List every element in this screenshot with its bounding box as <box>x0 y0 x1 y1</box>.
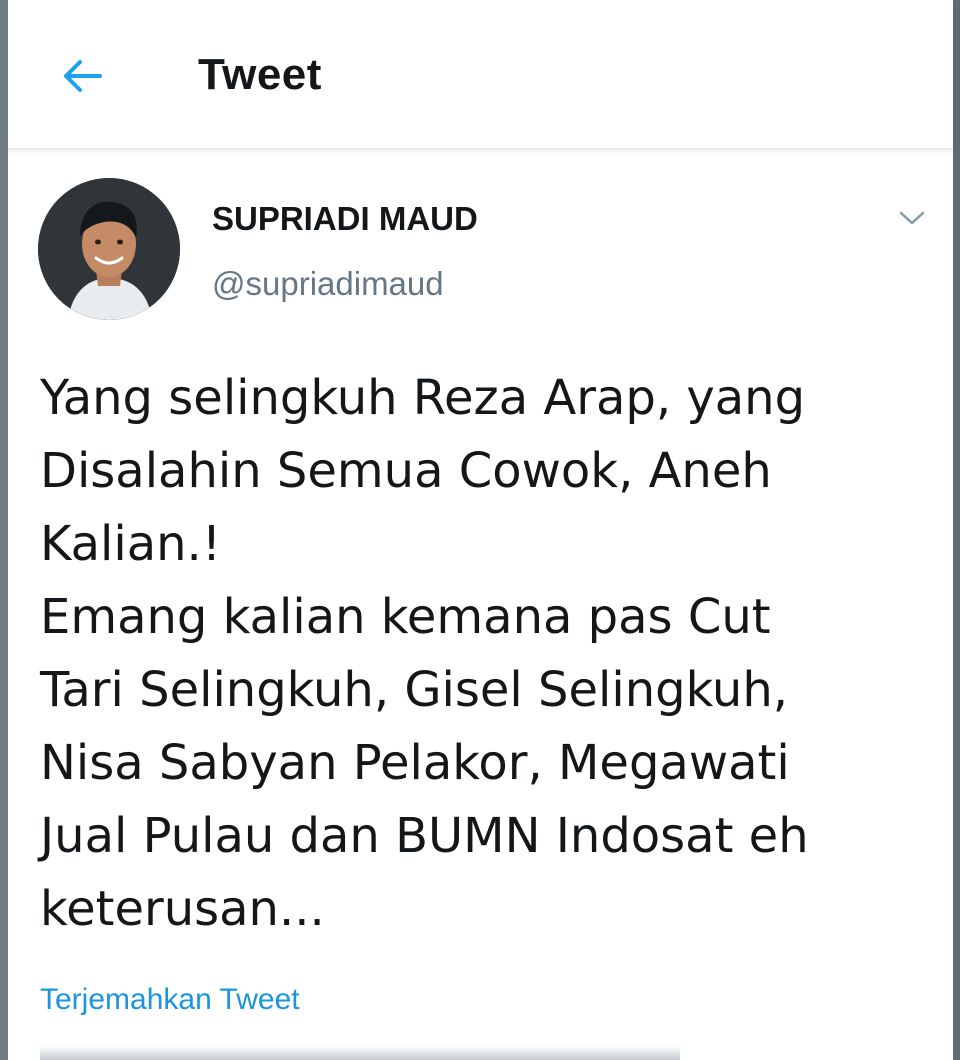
tweet-menu-button[interactable] <box>892 198 932 238</box>
tweet-body: Yang selingkuh Reza Arap, yang Disalahin… <box>40 370 809 937</box>
tweet-detail-screen: Tweet SUPRIADI MAUD @supriadimaud Yang s… <box>8 0 953 1060</box>
translate-tweet-link[interactable]: Terjemahkan Tweet <box>40 983 300 1017</box>
profile-photo-icon <box>38 178 180 320</box>
author-handle[interactable]: @supriadimaud <box>212 265 444 303</box>
author-name[interactable]: SUPRIADI MAUD <box>212 200 478 238</box>
page-title: Tweet <box>198 50 322 99</box>
screen-bezel-left <box>0 0 8 1060</box>
back-button[interactable] <box>52 48 112 104</box>
screen-bezel-right <box>953 0 960 1060</box>
top-app-bar: Tweet <box>8 0 953 150</box>
author-avatar[interactable] <box>38 178 180 320</box>
chevron-down-icon <box>899 211 925 225</box>
arrow-left-icon <box>64 60 102 92</box>
tweet-timestamp-cropped <box>40 1046 680 1060</box>
